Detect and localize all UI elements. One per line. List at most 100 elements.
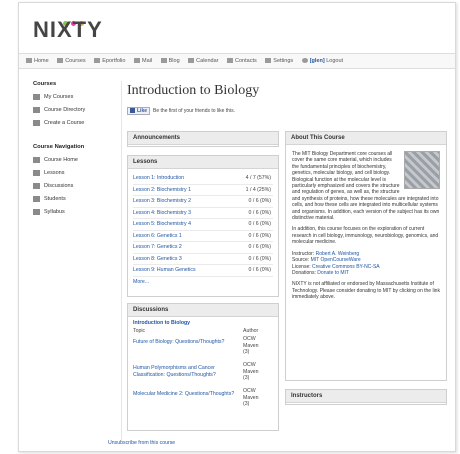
eportfolio-icon: [94, 58, 101, 63]
students-icon: [33, 196, 40, 202]
lesson-row: Lesson 3: Biochemistry 2 0 / 6 (0%): [133, 196, 273, 208]
lessons-icon: [33, 170, 40, 176]
discussion-course-link[interactable]: Introduction to Biology: [133, 320, 273, 326]
nav-calendar[interactable]: Calendar: [188, 54, 219, 68]
topic-column-header: Topic: [133, 328, 146, 334]
sidebar-item-create-course[interactable]: Create a Course: [33, 119, 119, 132]
lesson-progress: 0 / 6 (0%): [248, 255, 272, 262]
lessons-heading: Lessons: [128, 156, 278, 169]
instructors-heading: Instructors: [286, 390, 446, 403]
like-caption: Be the first of your friends to like thi…: [153, 108, 235, 114]
sidebar-divider: [121, 81, 122, 441]
discussion-row: Future of Biology: Questions/Thoughts? O…: [133, 336, 273, 362]
my-courses-icon: [33, 94, 40, 100]
browser-page: NIXTY Home Courses Eportfolio Mail Blog …: [18, 2, 456, 452]
lessons-more-link[interactable]: More...: [128, 277, 278, 287]
lesson-progress: 0 / 6 (0%): [248, 221, 272, 227]
lesson-row: Lesson 8: Genetics 3 0 / 6 (0%): [133, 254, 273, 265]
instructors-panel: Instructors: [285, 389, 447, 405]
page-title: Introduction to Biology: [127, 83, 260, 98]
instructor-link[interactable]: Robert A. Weinberg: [316, 251, 360, 257]
nav-mail[interactable]: Mail: [134, 54, 152, 68]
discussion-author: OCW Maven (3): [243, 362, 259, 381]
lesson-link[interactable]: Lesson 4: Biochemistry 3: [133, 210, 191, 216]
nav-blog[interactable]: Blog: [160, 54, 180, 68]
discussion-topic-link[interactable]: Molecular Medicine 2: Questions/Thoughts…: [133, 391, 238, 398]
source-link[interactable]: MIT OpenCourseWare: [311, 257, 361, 263]
lesson-row: Lesson 1: Introduction 4 / 7 (57%): [133, 173, 273, 185]
logout-link[interactable]: Logout: [326, 58, 343, 64]
discussion-topic-link[interactable]: Future of Biology: Questions/Thoughts?: [133, 339, 238, 346]
lesson-progress: 4 / 7 (57%): [245, 175, 271, 181]
lesson-link[interactable]: Lesson 1: Introduction: [133, 175, 184, 181]
nav-user[interactable]: [glen] Logout: [301, 54, 343, 68]
course-directory-icon: [33, 107, 40, 113]
sidebar-item-course-home[interactable]: Course Home: [33, 156, 119, 169]
discussions-panel: Discussions Introduction to Biology Topi…: [127, 303, 279, 431]
courses-icon: [57, 58, 64, 63]
about-disclaimer: NIXTY is not affiliated or endorsed by M…: [292, 281, 440, 301]
lesson-progress: 0 / 6 (0%): [248, 209, 272, 216]
lesson-row: Lesson 6: Genetics 1 0 / 6 (0%): [133, 231, 273, 242]
lesson-link[interactable]: Lesson 5: Biochemistry 4: [133, 221, 191, 227]
mail-icon: [134, 58, 140, 63]
discussions-body: Introduction to Biology Topic Author Fut…: [128, 317, 278, 417]
nixty-logo[interactable]: NIXTY: [33, 17, 103, 43]
donate-link[interactable]: Donate to MIT: [317, 270, 349, 276]
lesson-row: Lesson 4: Biochemistry 3 0 / 6 (0%): [133, 208, 273, 219]
sidebar-item-course-directory[interactable]: Course Directory: [33, 106, 119, 119]
lesson-link[interactable]: Lesson 6: Genetics 1: [133, 233, 182, 239]
lesson-progress: 0 / 6 (0%): [248, 232, 272, 239]
like-button[interactable]: Like: [127, 107, 151, 115]
create-course-icon: [33, 120, 40, 126]
sidebar-item-syllabus[interactable]: Syllabus: [33, 208, 119, 221]
nav-settings[interactable]: Settings: [265, 54, 293, 68]
unsubscribe-link[interactable]: Unsubscribe from this course: [108, 440, 175, 446]
lesson-link[interactable]: Lesson 2: Biochemistry 1: [133, 187, 191, 193]
facebook-like: Like Be the first of your friends to like…: [127, 107, 235, 115]
nav-home[interactable]: Home: [26, 54, 49, 68]
discussion-topic-link[interactable]: Human Polymorphisms and Cancer Classific…: [133, 365, 238, 378]
lesson-row: Lesson 7: Genetics 2 0 / 6 (0%): [133, 242, 273, 254]
nav-courses[interactable]: Courses: [57, 54, 86, 68]
lesson-progress: 0 / 6 (0%): [248, 267, 272, 273]
sidebar-item-students[interactable]: Students: [33, 195, 119, 208]
about-panel: About This Course The MIT Biology Depart…: [285, 131, 447, 381]
sidebar-nav-heading: Course Navigation: [33, 144, 85, 150]
lesson-link[interactable]: Lesson 9: Human Genetics: [133, 267, 196, 273]
settings-icon: [265, 58, 272, 63]
lesson-progress: 0 / 6 (0%): [248, 198, 272, 204]
lessons-list: Lesson 1: Introduction 4 / 7 (57%) Lesson…: [128, 169, 278, 277]
course-thumbnail: [404, 151, 440, 189]
lesson-link[interactable]: Lesson 7: Genetics 2: [133, 244, 182, 250]
home-icon: [26, 58, 32, 63]
about-body: The MIT Biology Department core courses …: [286, 145, 446, 307]
announcements-heading: Announcements: [128, 132, 278, 145]
lesson-row: Lesson 2: Biochemistry 1 1 / 4 (25%): [133, 185, 273, 196]
blog-icon: [160, 58, 167, 63]
lessons-panel: Lessons Lesson 1: Introduction 4 / 7 (57%…: [127, 155, 279, 297]
contacts-icon: [227, 58, 234, 63]
lesson-link[interactable]: Lesson 3: Biochemistry 2: [133, 198, 191, 204]
nav-eportfolio[interactable]: Eportfolio: [94, 54, 125, 68]
user-icon: [301, 58, 308, 63]
top-navbar: Home Courses Eportfolio Mail Blog Calend…: [19, 53, 455, 69]
discussions-heading: Discussions: [128, 304, 278, 317]
discussion-author: OCW Maven (3): [243, 336, 259, 355]
lesson-progress: 0 / 6 (0%): [248, 244, 272, 250]
author-column-header: Author: [243, 328, 259, 334]
discussion-author: OCW Maven (3): [243, 388, 259, 407]
license-link[interactable]: Creative Commons BY-NC-SA: [312, 264, 380, 270]
calendar-icon: [188, 58, 195, 63]
thumbs-up-icon: [130, 108, 135, 113]
sidebar-item-lessons[interactable]: Lessons: [33, 169, 119, 182]
lesson-progress: 1 / 4 (25%): [245, 186, 271, 193]
about-heading: About This Course: [286, 132, 446, 145]
lesson-link[interactable]: Lesson 8: Genetics 3: [133, 256, 182, 262]
about-focus: In addition, this course focuses on the …: [292, 226, 439, 246]
syllabus-icon: [33, 209, 40, 215]
sidebar-item-my-courses[interactable]: My Courses: [33, 93, 119, 106]
discussion-row: Human Polymorphisms and Cancer Classific…: [133, 362, 273, 388]
sidebar-item-discussions[interactable]: Discussions: [33, 182, 119, 195]
nav-contacts[interactable]: Contacts: [227, 54, 257, 68]
